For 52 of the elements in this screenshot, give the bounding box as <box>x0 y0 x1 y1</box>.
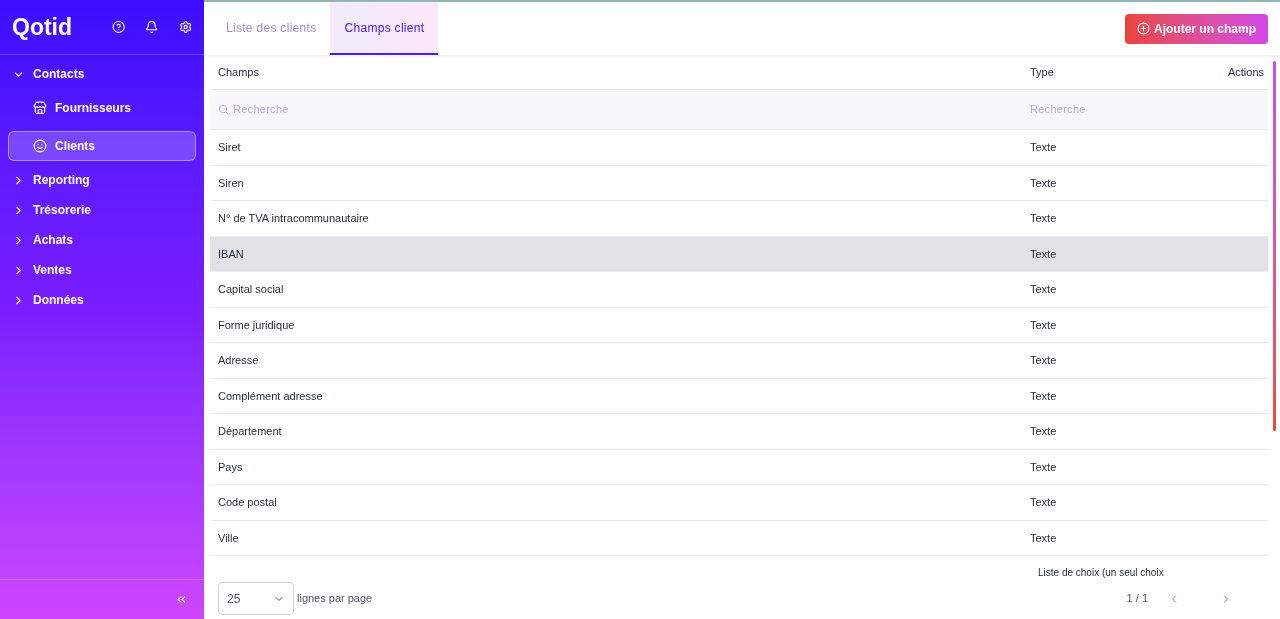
table-cell-text: Texte <box>1030 246 1057 262</box>
table-cell-text: Siren <box>217 175 245 191</box>
table-cell-text: Texte <box>1030 282 1057 297</box>
table-row[interactable]: IBAN Texte <box>210 236 1268 272</box>
page-indicator: 1 / 1 <box>1126 591 1148 607</box>
store-icon <box>33 101 47 115</box>
nav-item[interactable]: Trésorerie <box>8 199 196 221</box>
nav-item[interactable]: Reporting <box>8 169 196 191</box>
nav-item[interactable]: Ventes <box>8 259 196 281</box>
settings-icon[interactable] <box>178 19 192 35</box>
table-cell-text: Adresse <box>217 353 260 368</box>
table-cell-text: Ville <box>217 530 240 546</box>
table-cell-text: Texte <box>1030 140 1057 155</box>
nav-item[interactable]: Achats <box>8 229 196 251</box>
table-cell-text: Texte <box>1030 317 1057 333</box>
table-cell-text: Texte <box>1030 388 1057 404</box>
help-icon[interactable] <box>112 19 126 35</box>
table-cell-text: Texte <box>1030 211 1057 226</box>
scrollbar[interactable] <box>1272 61 1276 431</box>
nav-subitem[interactable]: Clients <box>8 131 196 161</box>
column-header: Champs <box>217 64 260 80</box>
add-field-button[interactable]: Ajouter un champ <box>1125 13 1268 44</box>
search-icon <box>218 104 229 115</box>
nav-subitem[interactable]: Fournisseurs <box>8 93 196 123</box>
nav-item[interactable]: Contacts <box>8 63 196 85</box>
table-cell-text: Texte <box>1030 495 1057 510</box>
column-header: Type <box>1030 64 1055 80</box>
brand-logo[interactable]: Qotid <box>12 9 73 45</box>
table-cell-text: Texte <box>1030 353 1057 368</box>
table-cell-text: Siret <box>217 140 242 155</box>
table-cell-text: Texte <box>1030 459 1057 475</box>
page-size-label: lignes par page <box>297 591 373 607</box>
table-cell-text: Texte <box>1030 530 1057 546</box>
table-cell-text: N° de TVA intracommunautaire <box>217 211 370 226</box>
table-cell-text: Texte <box>1030 424 1057 439</box>
table-cell-text: Capital social <box>217 282 285 297</box>
table-cell-text: Complément adresse <box>217 388 324 404</box>
nav-item[interactable]: Données <box>8 289 196 311</box>
table-cell-text: Département <box>217 424 283 439</box>
face-icon <box>33 139 47 153</box>
page-size-select[interactable]: 25 <box>218 582 294 615</box>
column-header: Actions <box>1226 64 1265 80</box>
table-cell-text: Code postal <box>217 495 278 510</box>
table-cell-text: Forme juridique <box>217 317 296 333</box>
table-cell-text: IBAN <box>217 246 245 262</box>
table-cell-text: Texte <box>1030 175 1057 191</box>
table-cell: Liste de choix (un seul choix <box>1038 568 1164 578</box>
plus-circle-icon <box>1137 22 1150 35</box>
tab[interactable]: Champs client <box>330 2 439 55</box>
table-cell-text: Pays <box>217 459 244 475</box>
collapse-icon[interactable] <box>175 593 188 606</box>
bell-icon[interactable] <box>145 19 159 35</box>
